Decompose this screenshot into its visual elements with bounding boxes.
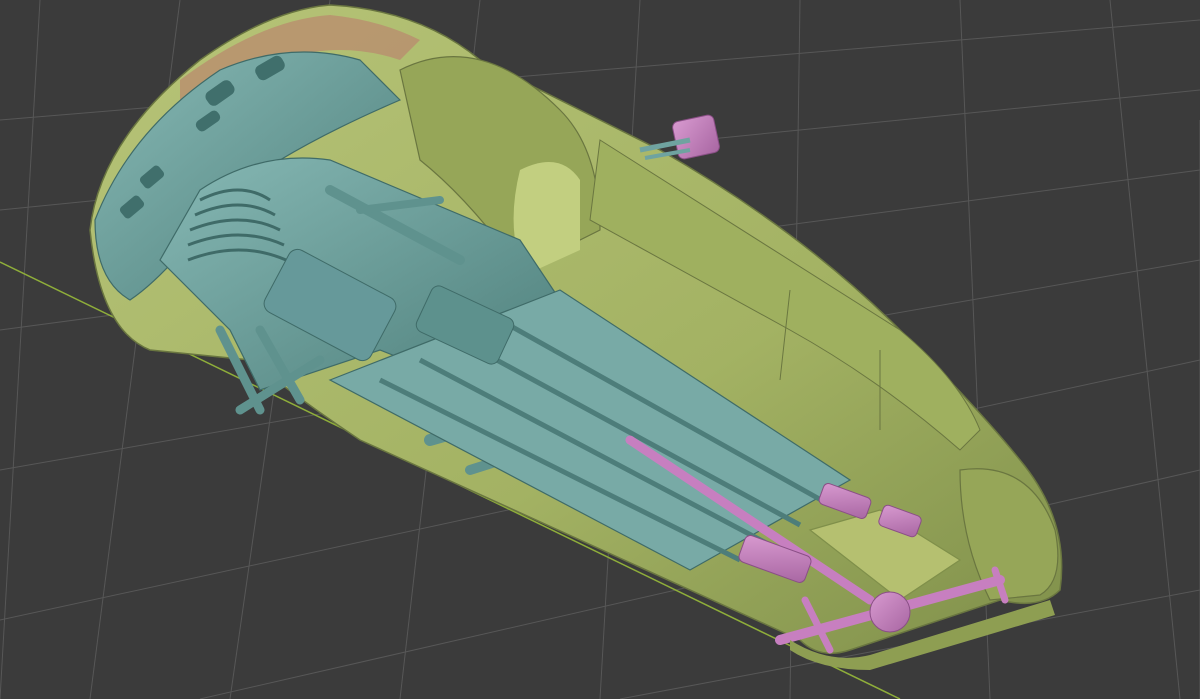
3d-viewport[interactable]	[0, 0, 1200, 699]
viewport-canvas[interactable]	[0, 0, 1200, 699]
differential[interactable]	[869, 591, 911, 633]
car-model[interactable]	[89, 4, 1063, 670]
